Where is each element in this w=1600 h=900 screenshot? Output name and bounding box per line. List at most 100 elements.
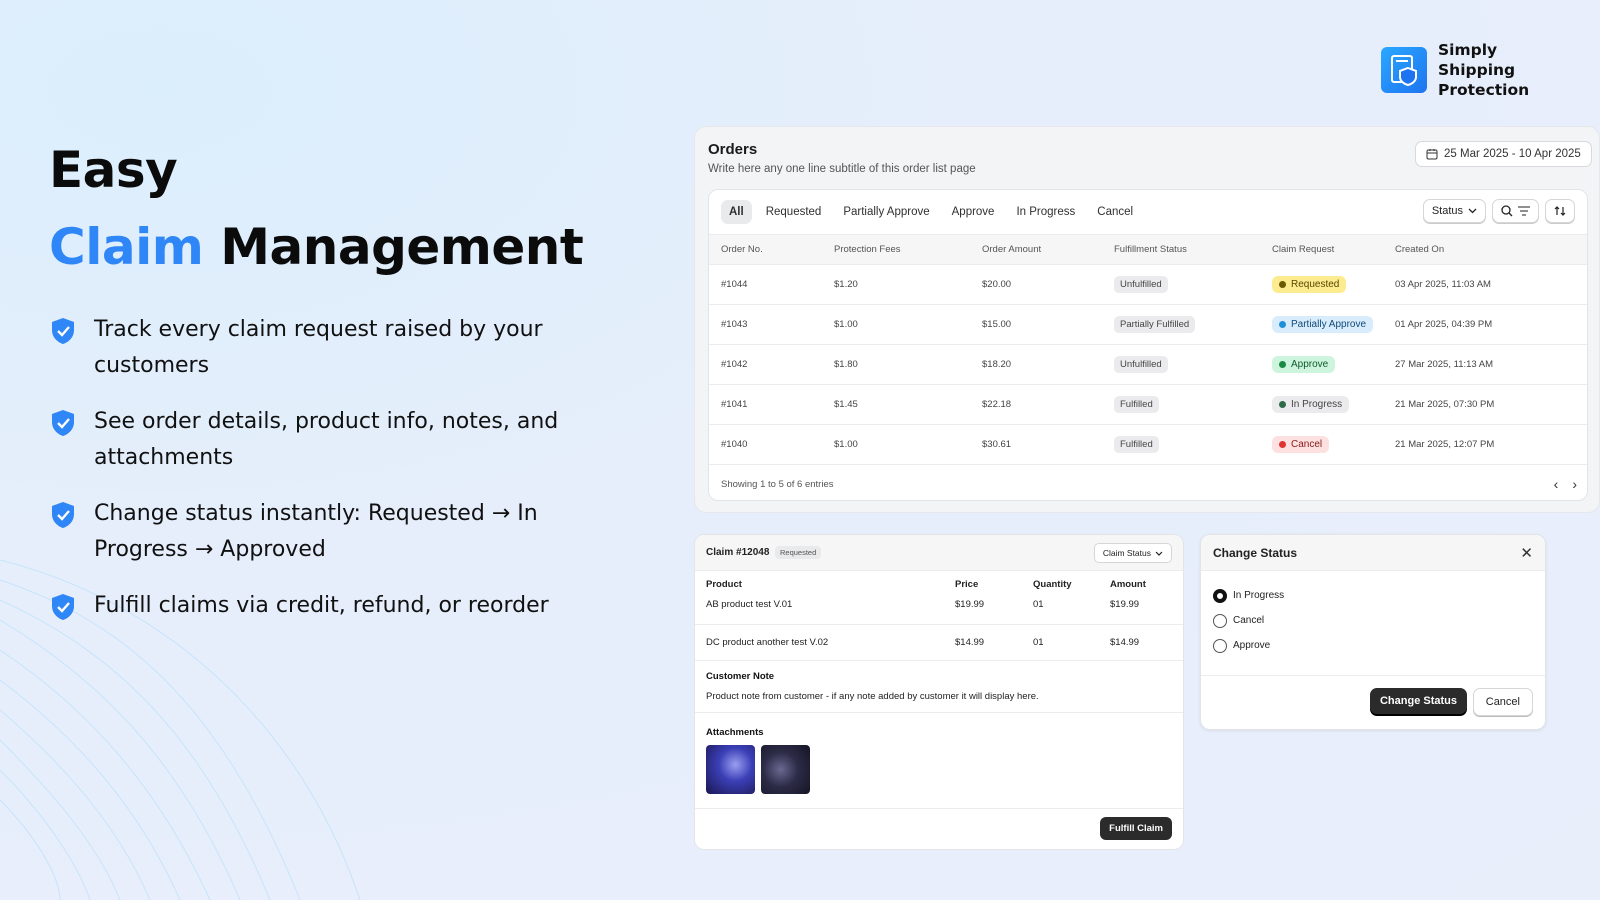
created-on: 03 Apr 2025, 11:03 AM: [1383, 264, 1587, 305]
product-amount: $19.99: [1110, 599, 1140, 610]
claim-status-label: Cancel: [1291, 439, 1323, 450]
tab-requested[interactable]: Requested: [758, 200, 830, 224]
brand-name: Simply Shipping Protection: [1438, 41, 1530, 99]
radio-label: Cancel: [1233, 615, 1265, 626]
order-amount: $18.20: [970, 344, 1102, 385]
table-row[interactable]: #1044 $1.20 $20.00 Unfulfilled Requested…: [709, 264, 1587, 305]
feature-list: Track every claim request raised by your…: [50, 312, 570, 644]
search-filter-button[interactable]: [1492, 199, 1539, 223]
created-on: 21 Mar 2025, 07:30 PM: [1383, 384, 1587, 425]
change-status-button[interactable]: Change Status: [1369, 688, 1467, 714]
table-row[interactable]: #1042 $1.80 $18.20 Unfulfilled Approve 2…: [709, 344, 1587, 385]
radio-approve[interactable]: Approve: [1213, 633, 1284, 658]
claim-status-badge: Requested: [775, 546, 822, 559]
protection-fee: $1.00: [822, 304, 970, 345]
attachments-title: Attachments: [706, 727, 764, 738]
shield-check-icon: [52, 502, 74, 528]
table-row[interactable]: #1043 $1.00 $15.00 Partially Fulfilled P…: [709, 304, 1587, 345]
radio-in-progress[interactable]: In Progress: [1213, 583, 1284, 608]
table-tools: Status: [1422, 199, 1575, 223]
orders-table: Order No. Protection Fees Order Amount F…: [709, 234, 1587, 465]
created-on: 21 Mar 2025, 12:07 PM: [1383, 424, 1587, 465]
fulfillment-badge: Unfulfilled: [1114, 276, 1168, 293]
table-row[interactable]: #1040 $1.00 $30.61 Fulfilled Cancel 21 M…: [709, 424, 1587, 465]
status-dot-icon: [1279, 401, 1286, 408]
order-amount: $15.00: [970, 304, 1102, 345]
attachment-thumbnail[interactable]: [761, 745, 810, 794]
claim-status-label: In Progress: [1291, 399, 1343, 410]
order-no: #1043: [709, 304, 822, 345]
filter-lines-icon: [1518, 206, 1530, 216]
close-icon[interactable]: ✕: [1520, 544, 1533, 562]
order-amount: $22.18: [970, 384, 1102, 425]
search-icon: [1501, 205, 1513, 217]
col-order-no[interactable]: Order No.: [709, 234, 822, 265]
feature-item: Fulfill claims via credit, refund, or re…: [50, 588, 570, 624]
hero-title-line1: Easy: [49, 141, 178, 199]
orders-table-card: All Requested Partially Approve Approve …: [708, 189, 1588, 501]
sort-button[interactable]: [1545, 199, 1575, 223]
status-filter-dropdown[interactable]: Status: [1422, 199, 1486, 223]
product-qty: 01: [1033, 637, 1044, 648]
claim-status-label: Claim Status: [1102, 548, 1151, 558]
order-amount: $20.00: [970, 264, 1102, 305]
claim-status-badge: In Progress: [1272, 396, 1350, 413]
chevron-right-icon[interactable]: ›: [1572, 476, 1577, 492]
attachment-thumbnail[interactable]: [706, 745, 755, 794]
tab-in-progress[interactable]: In Progress: [1008, 200, 1083, 224]
modal-footer: Change Status Cancel: [1201, 675, 1545, 731]
claim-status-badge: Requested: [1272, 276, 1347, 293]
table-row[interactable]: #1041 $1.45 $22.18 Fulfilled In Progress…: [709, 384, 1587, 425]
claim-table-header: Product Price Quantity Amount: [695, 579, 1183, 597]
status-dot-icon: [1279, 361, 1286, 368]
radio-label: In Progress: [1233, 590, 1285, 601]
calendar-icon: [1426, 149, 1438, 160]
radio-empty-icon: [1213, 638, 1227, 653]
shield-logo-icon: [1381, 47, 1427, 93]
feature-item: Change status instantly: Requested → In …: [50, 496, 570, 568]
col-created-on[interactable]: Created On: [1383, 234, 1587, 265]
claim-item-row: AB product test V.01 $19.99 01 $19.99: [695, 597, 1183, 625]
claim-status-badge: Partially Approve: [1272, 316, 1374, 333]
hero-title-line2: Claim Management: [49, 209, 584, 286]
fulfillment-badge: Unfulfilled: [1114, 356, 1168, 373]
tab-all[interactable]: All: [721, 200, 752, 224]
customer-note-title: Customer Note: [706, 671, 775, 682]
radio-cancel[interactable]: Cancel: [1213, 608, 1284, 633]
claim-item-row: DC product another test V.02 $14.99 01 $…: [695, 625, 1183, 661]
fulfill-claim-button[interactable]: Fulfill Claim: [1100, 817, 1172, 840]
tab-approve[interactable]: Approve: [944, 200, 1003, 224]
col-protection-fees[interactable]: Protection Fees: [822, 234, 970, 265]
chevron-down-icon: [1468, 208, 1477, 214]
col-price: Price: [955, 579, 979, 590]
feature-item: See order details, product info, notes, …: [50, 404, 570, 476]
col-order-amount[interactable]: Order Amount: [970, 234, 1102, 265]
pagination: ‹ ›: [1554, 476, 1577, 492]
feature-text: Track every claim request raised by your…: [94, 317, 543, 378]
claim-status-label: Partially Approve: [1291, 319, 1367, 330]
orders-title: Orders: [708, 141, 758, 158]
protection-fee: $1.80: [822, 344, 970, 385]
claim-status-dropdown[interactable]: Claim Status: [1093, 543, 1172, 563]
chevron-left-icon[interactable]: ‹: [1554, 476, 1559, 492]
shield-check-icon: [52, 318, 74, 344]
table-footer: Showing 1 to 5 of 6 entries ‹ ›: [721, 468, 1577, 500]
hero: Easy Claim Management: [49, 132, 584, 286]
claim-status-label: Approve: [1291, 359, 1329, 370]
tab-cancel[interactable]: Cancel: [1089, 200, 1141, 224]
col-claim-request[interactable]: Claim Request: [1260, 234, 1383, 265]
hero-title-accent: Claim: [49, 218, 204, 276]
customer-note: Customer Note Product note from customer…: [695, 661, 1183, 713]
tab-partially-approve[interactable]: Partially Approve: [835, 200, 937, 224]
order-no: #1040: [709, 424, 822, 465]
col-fulfillment-status[interactable]: Fulfillment Status: [1102, 234, 1260, 265]
claim-header: Claim #12048 Requested Claim Status: [695, 535, 1183, 571]
created-on: 27 Mar 2025, 11:13 AM: [1383, 344, 1587, 385]
order-no: #1042: [709, 344, 822, 385]
date-range-picker[interactable]: 25 Mar 2025 - 10 Apr 2025: [1415, 141, 1592, 167]
status-dot-icon: [1279, 281, 1286, 288]
cancel-button[interactable]: Cancel: [1472, 688, 1533, 716]
radio-label: Approve: [1233, 640, 1271, 651]
product-qty: 01: [1033, 599, 1044, 610]
claim-status-label: Requested: [1291, 279, 1340, 290]
